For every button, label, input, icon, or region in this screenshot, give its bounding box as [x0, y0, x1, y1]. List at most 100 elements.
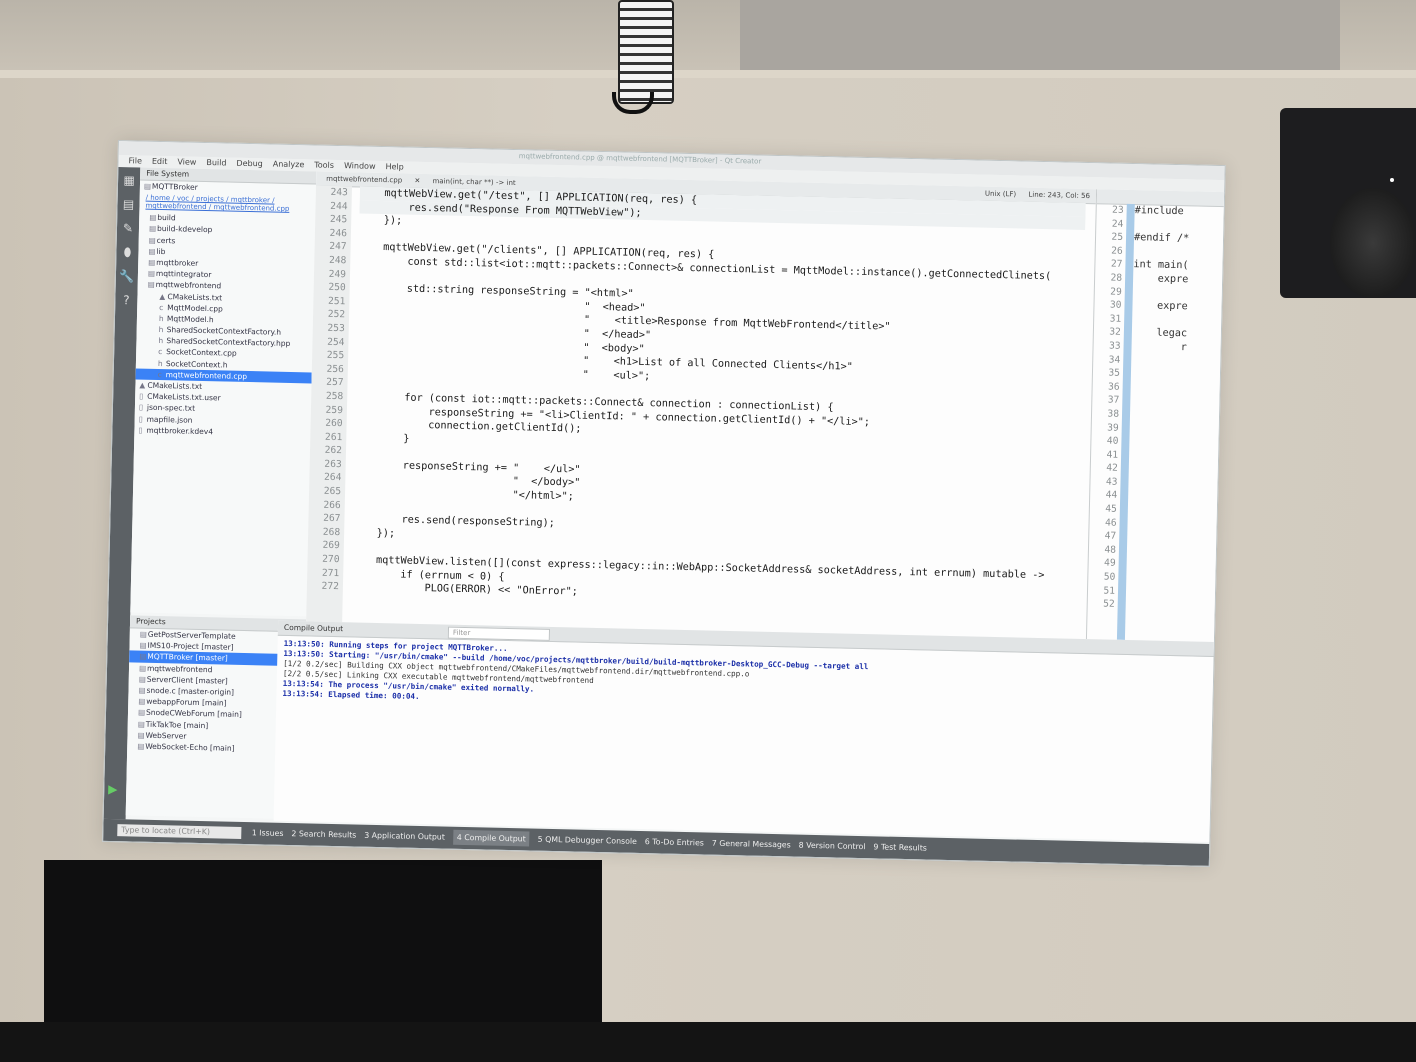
speaker-cone: [1330, 188, 1416, 298]
folder-icon: ▤: [148, 224, 157, 234]
split-editor[interactable]: 23 24 25 26 27 28 29 30 31 32 33 34 35 36 37 38 39 40 41 42…: [1085, 189, 1226, 643]
file-tree-item-label: lib: [156, 246, 166, 256]
file-tree-item-label: mqttbroker: [156, 257, 199, 268]
split-code-line: [1126, 598, 1216, 614]
split-line-number: 33: [1108, 340, 1121, 352]
line-number: 244: [330, 200, 348, 212]
edit-mode-icon[interactable]: ▤: [117, 193, 139, 215]
menu-item-tools[interactable]: Tools: [314, 160, 334, 169]
split-code-line: r: [1131, 340, 1187, 354]
line-number: 271: [321, 567, 340, 579]
split-line-number: 36: [1107, 381, 1120, 393]
file-tree-item-label: SocketContext.h: [165, 358, 228, 370]
file-tree-item-label: CMakeLists.txt.user: [147, 391, 221, 403]
file-tree-item-label: mqttwebfrontend: [155, 280, 222, 291]
projects-mode-icon[interactable]: 🔧: [116, 265, 138, 287]
ceiling-light: [618, 0, 674, 104]
output-tab[interactable]: 6 To-Do Entries: [645, 837, 704, 847]
split-line-number: 43: [1105, 476, 1118, 488]
close-icon[interactable]: ✕: [414, 177, 420, 185]
file-icon: ▯: [138, 425, 143, 435]
output-tab[interactable]: 7 General Messages: [712, 839, 791, 850]
ceiling-rail: [0, 70, 1416, 78]
project-folder-icon: ▤: [139, 651, 147, 662]
design-mode-icon[interactable]: ✎: [117, 217, 139, 239]
split-line-number: 30: [1109, 299, 1122, 311]
menu-item-window[interactable]: Window: [344, 161, 376, 171]
locator-input[interactable]: Type to locate (Ctrl+K): [117, 824, 242, 839]
line-number: 269: [322, 540, 340, 552]
line-number: 258: [325, 390, 344, 403]
output-tab[interactable]: 2 Search Results: [291, 829, 356, 839]
function-selector[interactable]: main(int, char **) -> int: [432, 177, 515, 187]
folder-icon: ▤: [143, 181, 152, 191]
line-number: 248: [328, 254, 347, 267]
menu-item-build[interactable]: Build: [206, 158, 226, 167]
output-tab[interactable]: 9 Test Results: [873, 842, 927, 852]
output-tab[interactable]: 8 Version Control: [799, 841, 866, 852]
line-number: 256: [326, 363, 344, 375]
project-item-label: TikTakToe [main]: [145, 719, 209, 730]
file-tree-item-label: mqttintegrator: [155, 269, 212, 280]
menu-item-file[interactable]: File: [128, 156, 142, 165]
line-number: 245: [329, 214, 348, 226]
split-code-area[interactable]: #include #endif /* int main( expre expre l…: [1126, 204, 1225, 614]
project-folder-icon: ▤: [138, 663, 147, 673]
folder-icon: ▤: [149, 212, 157, 223]
line-number: 267: [323, 513, 341, 525]
output-title: Compile Output: [283, 622, 344, 634]
split-line-number: 49: [1103, 557, 1116, 570]
line-number: 265: [323, 485, 342, 498]
cursor-position: Line: 243, Col: 56: [1028, 190, 1091, 201]
file-tree-item-label: CMakeLists.txt: [167, 291, 223, 302]
debug-mode-icon[interactable]: ⬮: [116, 241, 138, 263]
monitor: [44, 860, 602, 1040]
output-tab[interactable]: 3 Application Output: [364, 831, 445, 842]
floor: [0, 1022, 1416, 1062]
output-filter-input[interactable]: Filter: [447, 626, 551, 641]
help-mode-icon[interactable]: ?: [115, 289, 137, 311]
output-tab[interactable]: 5 QML Debugger Console: [538, 835, 637, 846]
code-area[interactable]: mqttWebView.get("/test", [] APPLICATION(…: [350, 186, 1086, 639]
output-tab[interactable]: 1 Issues: [252, 828, 284, 838]
split-code-line: expre: [1132, 300, 1188, 313]
split-line-number: 45: [1105, 503, 1118, 515]
file-tree-item-label: SocketContext.cpp: [166, 347, 237, 359]
project-folder-icon: ▤: [137, 707, 146, 718]
menu-item-debug[interactable]: Debug: [236, 159, 263, 169]
file-tree-item-label: mapfile.json: [146, 414, 193, 425]
file-tree-item-label: certs: [156, 235, 176, 245]
file-tree-item-label: MqttModel.cpp: [167, 302, 223, 314]
code-editor[interactable]: mqttwebfrontend.cpp ✕ main(int, char **)…: [306, 171, 1097, 640]
split-line-number: 40: [1106, 435, 1119, 447]
file-tree-item-label: CMakeLists.txt: [147, 380, 203, 391]
project-folder-icon: ▤: [138, 674, 146, 684]
split-code-line: #include: [1134, 205, 1184, 218]
menu-item-view[interactable]: View: [177, 157, 196, 166]
split-line-number: 28: [1110, 272, 1123, 284]
menu-item-edit[interactable]: Edit: [152, 157, 168, 166]
line-ending-selector[interactable]: Unix (LF): [985, 190, 1016, 199]
project-item-label: ServerClient [master]: [146, 674, 228, 686]
line-number: 253: [327, 322, 345, 335]
project-item-label: WebSocket-Echo [main]: [145, 741, 235, 753]
run-icon[interactable]: ▶: [108, 782, 118, 796]
cpp-file-icon: c: [157, 369, 162, 379]
line-number: 272: [321, 580, 340, 593]
menu-item-help[interactable]: Help: [385, 162, 403, 171]
menu-item-analyze[interactable]: Analyze: [273, 160, 305, 170]
project-item-label: webappForum [main]: [146, 696, 227, 708]
line-number: 250: [328, 281, 346, 294]
welcome-mode-icon[interactable]: ▦: [118, 169, 140, 191]
split-line-number: 52: [1103, 598, 1115, 610]
file-icon: ▯: [138, 402, 144, 413]
project-item-label: snode.c [master-origin]: [146, 685, 235, 697]
line-number: 243: [330, 186, 348, 199]
line-number: 247: [329, 241, 347, 253]
split-line-number: 47: [1104, 530, 1117, 542]
editor-file-tab[interactable]: mqttwebfrontend.cpp: [326, 175, 402, 185]
line-number: 268: [322, 526, 341, 538]
line-number: 259: [325, 404, 344, 416]
cmake-icon: ▲: [139, 380, 146, 390]
output-tab[interactable]: 4 Compile Output: [452, 829, 530, 847]
